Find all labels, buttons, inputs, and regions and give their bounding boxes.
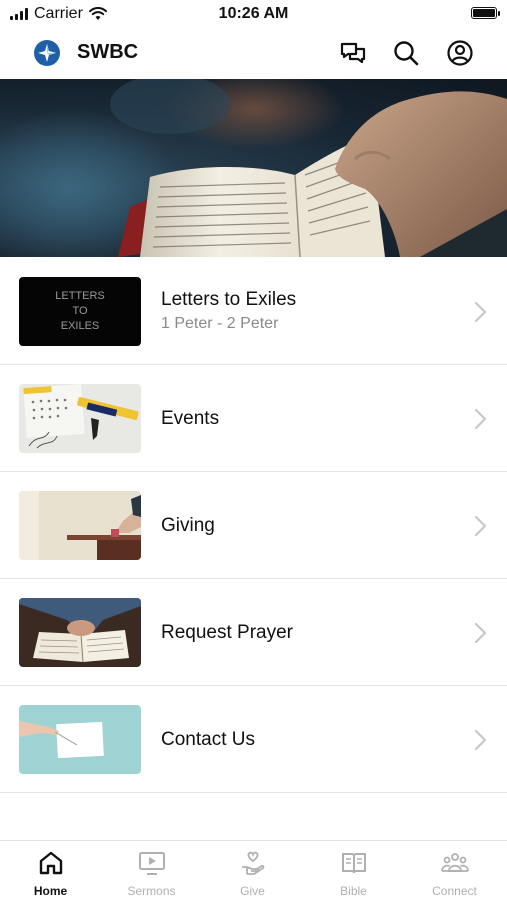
tab-home[interactable]: Home (0, 841, 101, 901)
app-header: SWBC (0, 28, 507, 78)
hero-banner[interactable] (0, 79, 507, 257)
tab-give[interactable]: Give (202, 841, 303, 901)
tab-bar: Home Sermons Give Bible Connect (0, 840, 507, 901)
thumb-text-line-1: LETTERS (55, 290, 105, 302)
open-bible-photo (0, 79, 507, 257)
search-button[interactable] (392, 39, 420, 67)
tab-label: Give (240, 884, 265, 898)
chevron-right-icon (474, 408, 487, 430)
item-title: Request Prayer (161, 622, 294, 643)
tab-sermons[interactable]: Sermons (101, 841, 202, 901)
tab-bible[interactable]: Bible (303, 841, 404, 901)
contact-us-thumbnail (19, 705, 141, 774)
status-bar: Carrier 10:26 AM (0, 0, 507, 28)
clock: 10:26 AM (218, 5, 289, 22)
chevron-right-icon (474, 301, 487, 323)
tv-icon (138, 852, 165, 875)
list-item-events[interactable]: Events (0, 365, 507, 472)
church-logo-icon[interactable] (34, 40, 60, 66)
letters-to-exiles-thumbnail: LETTERS TO EXILES (19, 277, 141, 346)
battery-icon (471, 7, 500, 19)
list-item-request-prayer[interactable]: Request Prayer (0, 579, 507, 686)
item-title: Events (161, 408, 220, 429)
request-prayer-thumbnail (19, 598, 141, 667)
chevron-right-icon (474, 622, 487, 644)
item-subtitle: 1 Peter - 2 Peter (161, 315, 279, 332)
events-thumbnail (19, 384, 141, 453)
chat-icon (340, 42, 366, 64)
content-list: LETTERS TO EXILES Letters to Exiles 1 Pe… (0, 258, 507, 793)
profile-icon (447, 40, 473, 66)
item-title: Letters to Exiles (161, 289, 297, 310)
list-item-giving[interactable]: Giving (0, 472, 507, 579)
chevron-right-icon (474, 729, 487, 751)
book-icon (341, 853, 366, 874)
people-icon (440, 853, 469, 872)
tab-connect[interactable]: Connect (404, 841, 505, 901)
giving-hand-icon (241, 851, 264, 875)
tab-label: Connect (432, 884, 477, 898)
list-item-letters-to-exiles[interactable]: LETTERS TO EXILES Letters to Exiles 1 Pe… (0, 258, 507, 365)
giving-thumbnail (19, 491, 141, 560)
tab-label: Sermons (127, 884, 176, 898)
search-icon (394, 41, 419, 66)
profile-button[interactable] (446, 39, 474, 67)
tab-label: Home (33, 884, 68, 898)
thumb-text-line-2: TO (72, 305, 88, 317)
chevron-right-icon (474, 515, 487, 537)
item-title: Contact Us (161, 729, 255, 750)
tab-label: Bible (340, 884, 367, 898)
thumb-text-line-3: EXILES (61, 320, 100, 332)
chat-button[interactable] (339, 39, 367, 67)
list-item-contact-us[interactable]: Contact Us (0, 686, 507, 793)
app-title: SWBC (77, 41, 139, 63)
item-title: Giving (161, 515, 215, 536)
home-icon (39, 851, 62, 875)
